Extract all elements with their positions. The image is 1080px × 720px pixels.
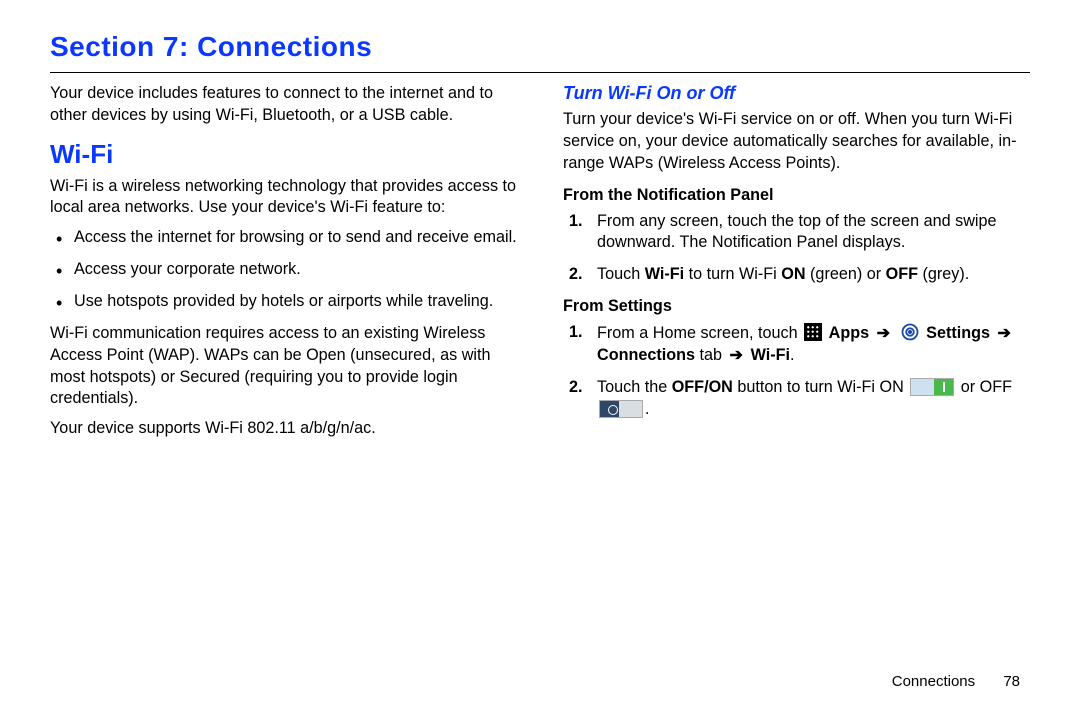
notification-steps: From any screen, touch the top of the sc… [563,211,1030,287]
wifi-bullet-list: Access the internet for browsing or to s… [50,227,517,313]
page: Section 7: Connections Your device inclu… [0,0,1080,448]
page-footer: Connections 78 [892,672,1020,692]
text: From a Home screen, touch [597,324,802,342]
text: (green) or [806,265,886,283]
wifi-intro: Wi-Fi is a wireless networking technolog… [50,176,517,220]
intro-text: Your device includes features to connect… [50,83,517,127]
bold-text: Settings [926,324,990,342]
list-item: From a Home screen, touch Apps ➔ Setting… [569,322,1030,367]
text: . [790,346,795,364]
page-number: 78 [1003,673,1020,690]
text: . [645,400,650,418]
bold-text: ON [781,265,805,283]
list-item: Use hotspots provided by hotels or airpo… [56,291,517,313]
text: Touch [597,265,645,283]
section-title: Section 7: Connections [50,28,1030,66]
wifi-spec: Your device supports Wi-Fi 802.11 a/b/g/… [50,418,517,440]
bold-text: OFF [886,265,918,283]
bold-text: Connections [597,346,695,364]
bold-text: Wi-Fi [645,265,684,283]
text: or OFF [956,378,1012,396]
toggle-off-icon [599,400,643,418]
bold-text: OFF/ON [672,378,733,396]
text: button to turn Wi-Fi ON [733,378,908,396]
apps-grid-icon [804,323,822,341]
right-column: Turn Wi-Fi On or Off Turn your device's … [563,81,1030,448]
two-column-layout: Your device includes features to connect… [50,81,1030,448]
list-item: Touch the OFF/ON button to turn Wi-Fi ON… [569,377,1030,421]
bold-text: Wi-Fi [751,346,790,364]
arrow-icon: ➔ [877,324,891,342]
toggle-on-icon [910,378,954,396]
text: Touch the [597,378,672,396]
turn-wifi-intro: Turn your device's Wi-Fi service on or o… [563,109,1030,175]
text: (grey). [918,265,969,283]
horizontal-rule [50,72,1030,73]
wifi-heading: Wi-Fi [50,137,517,172]
list-item: From any screen, touch the top of the sc… [569,211,1030,255]
from-notification-heading: From the Notification Panel [563,185,1030,207]
list-item: Access your corporate network. [56,259,517,281]
list-item: Touch Wi-Fi to turn Wi-Fi ON (green) or … [569,264,1030,286]
arrow-icon: ➔ [730,346,744,364]
bold-text: Apps [829,324,869,342]
text: tab [695,346,727,364]
arrow-icon: ➔ [998,324,1012,342]
settings-gear-icon [900,322,920,342]
from-settings-heading: From Settings [563,296,1030,318]
text: to turn Wi-Fi [684,265,781,283]
footer-chapter: Connections [892,673,975,690]
settings-steps: From a Home screen, touch Apps ➔ Setting… [563,322,1030,420]
wap-text: Wi-Fi communication requires access to a… [50,323,517,410]
left-column: Your device includes features to connect… [50,81,517,448]
turn-wifi-heading: Turn Wi-Fi On or Off [563,81,1030,105]
list-item: Access the internet for browsing or to s… [56,227,517,249]
